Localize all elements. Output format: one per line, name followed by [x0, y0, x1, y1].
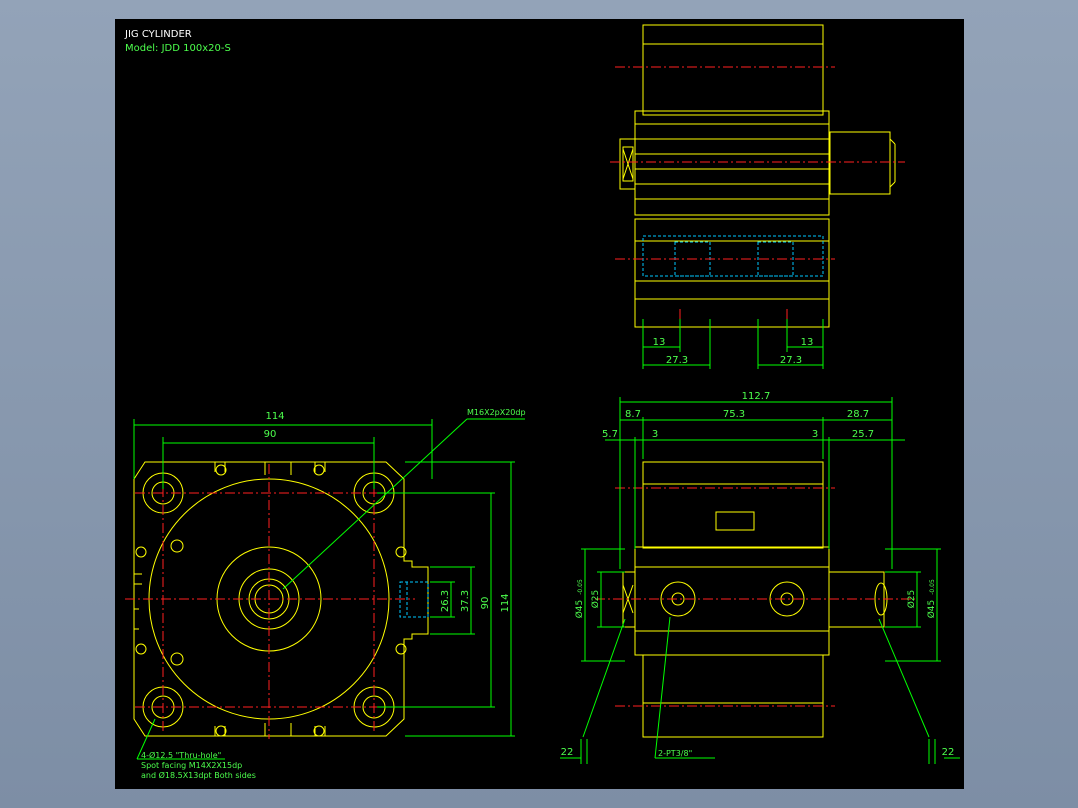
- tol-left: -0.05: [577, 579, 584, 595]
- dim-top-13-right: 13: [801, 337, 814, 348]
- dim-side-8-7: 8.7: [625, 409, 641, 420]
- dim-top-27-3-right: 27.3: [780, 355, 802, 366]
- dim-top-13-left: 13: [653, 337, 666, 348]
- note-line-1: 4-Ø12.5 "Thru-hole": [141, 750, 221, 760]
- dim-front-port-26-3: 26.3: [440, 590, 451, 612]
- note-line-3: and Ø18.5X13dpt Both sides: [141, 770, 256, 780]
- dim-side-112-7: 112.7: [742, 391, 771, 402]
- dim-22-right: 22: [942, 747, 955, 758]
- dim-front-height-90: 90: [480, 597, 491, 610]
- dim-side-28-7: 28.7: [847, 409, 869, 420]
- dim-side-3-a: 3: [652, 429, 658, 440]
- dim-front-port-37-3: 37.3: [460, 590, 471, 612]
- dim-22-left: 22: [561, 747, 574, 758]
- note-line-2: Spot facing M14X2X15dp: [141, 761, 242, 770]
- side-body-rect: [642, 461, 824, 549]
- model-label: Model: JDD 100x20-S: [125, 43, 231, 54]
- drawing-canvas[interactable]: JIG CYLINDER Model: JDD 100x20-S 114 90 …: [115, 19, 964, 789]
- dia45-right: Ø45: [926, 600, 937, 619]
- top-view: [619, 24, 896, 328]
- dim-front-width-114: 114: [265, 411, 284, 422]
- dim-front-height-114: 114: [500, 593, 511, 612]
- top-center-lines: [610, 66, 905, 339]
- port-callout: 2-PT3/8": [658, 749, 692, 758]
- dim-side-5-7: 5.7: [602, 429, 618, 440]
- side-dimensions: [560, 397, 960, 764]
- top-body-rect: [642, 24, 824, 116]
- dim-side-25-7: 25.7: [852, 429, 874, 440]
- front-dimensions: [133, 418, 525, 760]
- side-nameplate: [715, 511, 755, 531]
- cad-drawing: JIG CYLINDER Model: JDD 100x20-S 114 90 …: [124, 24, 960, 780]
- dim-front-width-90: 90: [264, 429, 277, 440]
- top-port-hidden: [642, 235, 824, 277]
- rod-thread-callout: M16X2pX20dp: [467, 408, 526, 417]
- drawing-title: JIG CYLINDER: [124, 29, 192, 40]
- dia25-left: Ø25: [590, 590, 601, 609]
- dia45-left: Ø45: [574, 600, 585, 619]
- dim-top-27-3-left: 27.3: [666, 355, 688, 366]
- dim-side-3-b: 3: [812, 429, 818, 440]
- tol-right: -0.05: [929, 579, 936, 595]
- dim-side-75-3: 75.3: [723, 409, 745, 420]
- dia25-right: Ø25: [906, 590, 917, 609]
